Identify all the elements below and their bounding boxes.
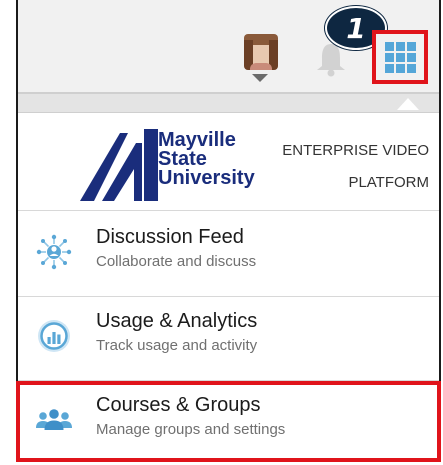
avatar-shirt — [250, 63, 272, 70]
dropdown-pointer — [397, 98, 419, 110]
apps-button[interactable] — [372, 30, 428, 84]
menu-item-title: Usage & Analytics — [96, 310, 258, 332]
divider — [18, 380, 439, 381]
platform-name-line1: ENTERPRISE VIDEO — [282, 142, 429, 159]
menu-item-discussion-feed[interactable]: Discussion Feed Collaborate and discuss — [18, 214, 439, 296]
group-people-icon — [36, 409, 72, 430]
brand-header: Mayville State University ENTERPRISE VID… — [18, 113, 439, 209]
university-logo — [80, 129, 158, 201]
menu-item-title: Courses & Groups — [96, 394, 261, 416]
discussion-network-icon — [36, 234, 72, 270]
divider — [18, 210, 439, 211]
dropdown-top-band — [18, 94, 439, 113]
divider — [18, 296, 439, 297]
chevron-down-icon[interactable] — [252, 74, 268, 82]
menu-item-subtitle: Track usage and activity — [96, 337, 258, 354]
apps-grid-icon — [384, 41, 416, 73]
menu-item-courses-groups[interactable]: Courses & Groups Manage groups and setti… — [18, 382, 439, 464]
menu-item-subtitle: Collaborate and discuss — [96, 253, 257, 270]
menu-item-title: Discussion Feed — [96, 226, 244, 248]
platform-name-line2: PLATFORM — [348, 174, 429, 191]
analytics-chart-icon — [38, 320, 70, 352]
user-avatar[interactable] — [244, 34, 278, 70]
menu-item-usage-analytics[interactable]: Usage & Analytics Track usage and activi… — [18, 298, 439, 380]
menu-item-subtitle: Manage groups and settings — [96, 421, 286, 438]
platform-name: ENTERPRISE VIDEO PLATFORM — [239, 135, 429, 199]
